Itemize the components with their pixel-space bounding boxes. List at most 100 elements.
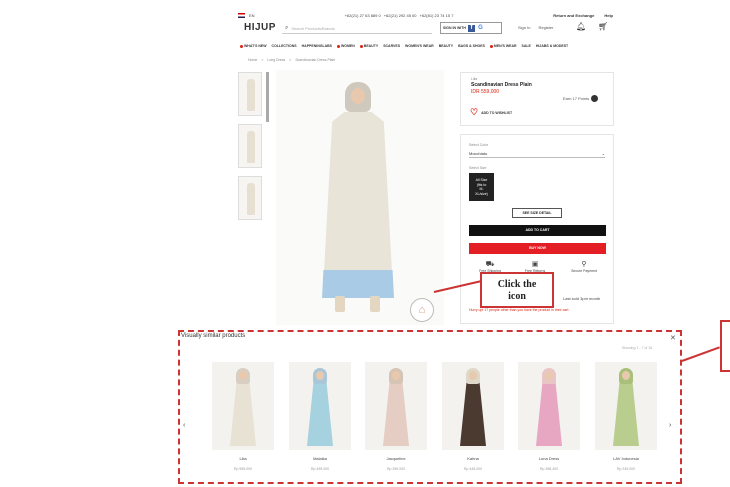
- category-item[interactable]: WOMEN: [336, 42, 355, 50]
- phone-1: +62(21) 27 63 889 0: [344, 12, 381, 18]
- similar-product-name[interactable]: Malaika: [289, 456, 351, 461]
- breadcrumb-home[interactable]: Home: [248, 58, 257, 62]
- category-item[interactable]: BEAUTY: [359, 42, 378, 50]
- box-icon: ▣: [531, 261, 539, 268]
- phone-3: +62(81) 23 74 15 7: [419, 12, 454, 18]
- chevron-down-icon: ⌄: [601, 150, 605, 156]
- signin-with-label: SIGN IN WITH: [443, 26, 466, 30]
- category-item[interactable]: WHAT'S NEW: [240, 42, 267, 50]
- search-icon: ⌕: [285, 24, 289, 31]
- product-face: [545, 371, 553, 380]
- similar-product-card[interactable]: LAV Indonesia Rp 249,000: [595, 362, 657, 471]
- category-label: WHAT'S NEW: [244, 44, 267, 48]
- auth-links: Sign In Register: [518, 25, 553, 30]
- product-dress: [536, 382, 562, 446]
- category-dot-icon: [336, 44, 340, 48]
- thumbnail-3[interactable]: [238, 176, 262, 220]
- similar-product-name[interactable]: Kahna: [442, 456, 504, 461]
- category-item[interactable]: HIJABS & MODEST: [536, 42, 568, 50]
- product-face: [622, 371, 630, 380]
- breadcrumb-category[interactable]: Long Dress: [267, 58, 285, 62]
- similar-product-card[interactable]: Lilia Rp 559,000: [212, 362, 274, 471]
- similar-product-name[interactable]: Lilia: [212, 456, 274, 461]
- size-detail-button[interactable]: SEE SIZE DETAIL: [512, 208, 562, 218]
- category-item[interactable]: SALE: [522, 42, 531, 50]
- flag-icon[interactable]: [238, 12, 245, 18]
- product-name: Scandinavian Dress Plain: [471, 82, 532, 88]
- similar-product-image[interactable]: [518, 362, 580, 450]
- category-item[interactable]: BEAUTY: [439, 42, 453, 50]
- category-label: BAGS & SHOES: [458, 44, 485, 48]
- buy-now-button[interactable]: BUY NOW: [469, 243, 606, 254]
- category-dot-icon: [240, 44, 243, 48]
- callout-line-2: icon: [508, 291, 526, 302]
- thumbnail-1[interactable]: [238, 72, 262, 116]
- category-item[interactable]: HAPPENINGLABS: [302, 42, 332, 50]
- size-option[interactable]: All Size (fits to M- XL/size): [469, 173, 494, 201]
- carousel-prev-icon[interactable]: ‹: [183, 422, 185, 429]
- color-select[interactable]: Mocchiato ⌄: [469, 149, 605, 158]
- carousel-next-icon[interactable]: ›: [669, 422, 671, 429]
- points-icon: [591, 95, 599, 102]
- model-dress: [324, 112, 392, 272]
- last-sold-text: Last sold 3pm month: [563, 296, 601, 301]
- add-to-cart-button[interactable]: ADD TO CART: [469, 225, 606, 236]
- similar-product-image[interactable]: [289, 362, 351, 450]
- model-foot-left: [335, 296, 345, 312]
- thumbnail-2[interactable]: [238, 124, 262, 168]
- bell-icon[interactable]: 🔔︎: [576, 22, 586, 31]
- cart-icon[interactable]: 🛒︎: [598, 22, 608, 31]
- similar-product-price: Rp 398,400: [539, 467, 559, 471]
- similar-products-title: Visually similar products: [181, 333, 246, 339]
- similar-product-card[interactable]: Malaika Rp 499,000: [289, 362, 351, 471]
- category-label: WOMEN'S WEAR: [405, 44, 434, 48]
- size-line: XL/size): [475, 191, 488, 196]
- similar-product-card[interactable]: Kahna Rp 449,000: [442, 362, 504, 471]
- logo[interactable]: HIJUP: [244, 22, 276, 33]
- product-brand[interactable]: Lilia: [471, 77, 603, 81]
- wishlist-button[interactable]: ♡ ADD TO WISHLIST: [470, 108, 512, 117]
- similar-product-card[interactable]: Luna Dress Rp 398,400: [518, 362, 580, 471]
- points-label: Earn 17 Points: [563, 96, 590, 101]
- help-link[interactable]: Help: [604, 13, 613, 18]
- category-dot-icon: [489, 44, 493, 48]
- language-label[interactable]: EN: [249, 13, 255, 18]
- model-dress-hem: [322, 270, 394, 298]
- product-face: [316, 371, 324, 380]
- google-icon[interactable]: G: [476, 24, 484, 32]
- visual-search-icon[interactable]: ⌂: [410, 298, 434, 322]
- side-callout: [720, 320, 730, 372]
- category-item[interactable]: BAGS & SHOES: [458, 42, 485, 50]
- close-icon[interactable]: ✕: [670, 334, 676, 342]
- similar-product-image[interactable]: [365, 362, 427, 450]
- category-item[interactable]: SCARVES: [383, 42, 400, 50]
- category-label: WOMEN: [340, 44, 355, 48]
- category-item[interactable]: COLLECTIONS: [272, 42, 297, 50]
- register-link[interactable]: Register: [538, 25, 553, 30]
- category-item[interactable]: MEN'S WEAR: [489, 42, 517, 50]
- similar-product-price: Rp 449,000: [463, 467, 483, 471]
- similar-product-name[interactable]: Jacqueline: [365, 456, 427, 461]
- similar-product-image[interactable]: [595, 362, 657, 450]
- instruction-callout: Click the icon: [480, 272, 554, 308]
- social-signin-button[interactable]: SIGN IN WITH f G: [440, 22, 502, 34]
- similar-product-image[interactable]: [442, 362, 504, 450]
- color-value: Mocchiato: [469, 150, 488, 156]
- similar-product-name[interactable]: Luna Dress: [518, 456, 580, 461]
- feature-secure: ⚲ Secure Payment: [564, 261, 604, 273]
- product-face: [469, 371, 477, 380]
- similar-product-card[interactable]: Jacqueline Rp 399,000: [365, 362, 427, 471]
- category-dot-icon: [359, 44, 363, 48]
- similar-product-image[interactable]: [212, 362, 274, 450]
- category-item[interactable]: WOMEN'S WEAR: [405, 42, 434, 50]
- contact-numbers: +62(21) 27 63 889 0 +62(21) 292 45 00 +6…: [345, 13, 454, 18]
- hurry-text: Hurry up! 17 people other than you have …: [469, 308, 569, 312]
- sign-in-link[interactable]: Sign In: [518, 25, 530, 30]
- thumbnail-scrollbar[interactable]: [266, 72, 269, 122]
- similar-product-name[interactable]: LAV Indonesia: [595, 456, 657, 461]
- thumbnail-list: [238, 72, 264, 228]
- facebook-icon[interactable]: f: [467, 24, 475, 32]
- search-input[interactable]: ⌕ Search Products/Brands: [282, 23, 432, 34]
- search-placeholder: Search Products/Brands: [291, 25, 335, 31]
- return-exchange-link[interactable]: Return and Exchange: [553, 13, 594, 18]
